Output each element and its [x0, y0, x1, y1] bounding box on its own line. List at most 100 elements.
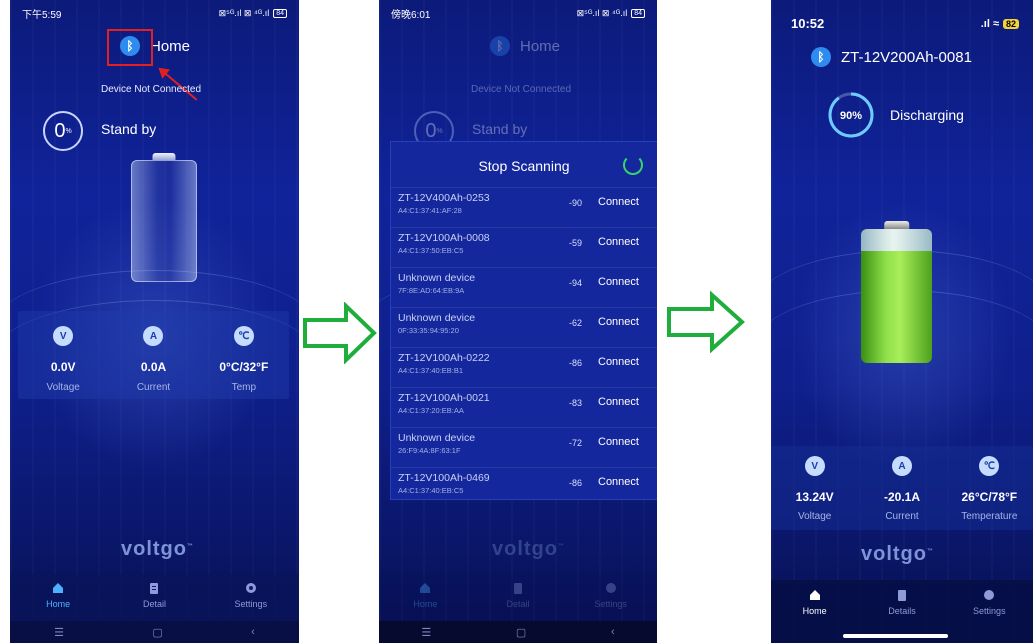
tab-label: Settings [973, 606, 1006, 616]
device-row[interactable]: ZT-12V100Ah-0469 A4:C1:37:40:EB:C5 -86 Conn… [391, 467, 657, 499]
percent-sign: % [65, 127, 72, 135]
logo-text: voltgo [121, 538, 187, 560]
back-nav-icon[interactable]: ‹ [611, 626, 615, 638]
home-nav-icon[interactable]: ▢ [516, 626, 526, 639]
tab-bar: Home Detail Settings [379, 574, 657, 624]
tab-home[interactable]: Home [379, 581, 472, 624]
stat-temperature: ℃ 26°C/78°F Temperature [946, 446, 1033, 530]
stat-label: Temperature [961, 511, 1018, 522]
tab-label: Home [46, 599, 71, 609]
status-bar: 傍晚6:01 ⊠⁵ᴳ.ıl ⊠ ⁴ᴳ.ıl 84 [391, 6, 645, 21]
tab-label: Details [888, 606, 916, 616]
signal-icons: ⊠⁵ᴳ.ıl ⊠ ⁴ᴳ.ıl [576, 8, 628, 18]
gear-icon [605, 583, 616, 593]
device-row[interactable]: Unknown device 26:F9:4A:8F:63:1F -72 Connec… [391, 427, 657, 468]
system-nav-bar: ☰ ▢ ‹ [10, 621, 299, 643]
device-rssi: -59 [569, 238, 583, 248]
stat-label: Current [885, 511, 919, 522]
screen-home-connected: 10:52 .ıl ≈ 82 ᛒ ZT-12V200Ah-0081 90% Di… [771, 0, 1033, 643]
signal-icons: ⊠⁵ᴳ.ıl ⊠ ⁴ᴳ.ıl [218, 8, 270, 18]
tab-settings[interactable]: Settings [946, 588, 1033, 643]
device-mac: 0F:33:35:94:95:20 [398, 326, 459, 335]
status-time: 傍晚6:01 [391, 10, 431, 21]
device-mac: A4:C1:37:40:EB:B1 [398, 366, 464, 375]
battery-status-icon: 82 [1002, 18, 1019, 29]
home-indicator[interactable] [843, 634, 948, 638]
logo-tm: ™ [927, 548, 934, 555]
status-bar: 10:52 .ıl ≈ 82 [791, 16, 1019, 31]
current-icon: A [891, 456, 912, 476]
stat-value: -20.1A [883, 490, 920, 504]
stat-label: Current [136, 382, 171, 393]
tab-settings[interactable]: Settings [203, 581, 299, 624]
connect-button[interactable]: Connect [598, 276, 639, 288]
device-row[interactable]: ZT-12V400Ah-0253 A4:C1:37:41:AF:28 -90 Conn… [391, 187, 657, 228]
bluetooth-icon[interactable]: ᛒ [490, 36, 510, 56]
stat-label: Temp [231, 382, 257, 393]
stat-voltage: V 0.0V Voltage [18, 311, 108, 399]
device-row[interactable]: Unknown device 7F:8E:AD:64:EB:9A -94 Connec… [391, 267, 657, 308]
device-mac: A4:C1:37:41:AF:28 [398, 206, 462, 215]
device-row[interactable]: ZT-12V100Ah-0222 A4:C1:37:40:EB:B1 -86 Conn… [391, 347, 657, 388]
connect-button[interactable]: Connect [598, 356, 639, 368]
system-nav-bar: ☰ ▢ ‹ [379, 621, 657, 643]
clipboard-icon [150, 583, 159, 594]
thermometer-icon: ℃ [979, 456, 1000, 476]
status-bar: 下午5:59 ⊠⁵ᴳ.ıl ⊠ ⁴ᴳ.ıl 84 [22, 6, 287, 21]
battery-graphic [131, 153, 197, 282]
device-row[interactable]: Unknown device 0F:33:35:94:95:20 -62 Connec… [391, 307, 657, 348]
logo-text: voltgo [861, 543, 927, 565]
home-icon [420, 583, 431, 593]
stat-value: 0.0A [140, 360, 167, 374]
device-mac: A4:C1:37:50:EB:C5 [398, 246, 464, 255]
battery-state: Stand by [101, 121, 157, 137]
tab-home[interactable]: Home [10, 581, 106, 624]
tab-detail[interactable]: Detail [106, 581, 202, 624]
device-rssi: -90 [569, 198, 583, 208]
screen-scanning: 傍晚6:01 ⊠⁵ᴳ.ıl ⊠ ⁴ᴳ.ıl 84 ᛒ Home Device N… [379, 0, 657, 643]
menu-nav-icon[interactable]: ☰ [421, 626, 431, 639]
back-nav-icon[interactable]: ‹ [251, 626, 255, 638]
connection-status: Device Not Connected [471, 84, 572, 95]
home-nav-icon[interactable]: ▢ [152, 626, 162, 639]
device-rssi: -62 [569, 318, 583, 328]
logo-tm: ™ [187, 543, 194, 550]
thermometer-icon: ℃ [233, 326, 254, 346]
device-rssi: -86 [569, 478, 583, 488]
tab-detail[interactable]: Detail [472, 581, 565, 624]
connect-button[interactable]: Connect [598, 196, 639, 208]
screen-home-disconnected: 下午5:59 ⊠⁵ᴳ.ıl ⊠ ⁴ᴳ.ıl 84 ᛒ Home Device N… [10, 0, 299, 643]
charge-ring: 90% [828, 92, 874, 138]
device-row[interactable]: ZT-12V100Ah-0008 A4:C1:37:50:EB:C5 -59 Conn… [391, 227, 657, 268]
tab-bar: Home Detail Settings [10, 574, 299, 624]
menu-nav-icon[interactable]: ☰ [54, 626, 64, 639]
device-mac: A4:C1:37:40:EB:C5 [398, 486, 464, 495]
stat-label: Voltage [46, 382, 80, 393]
gear-icon [245, 583, 256, 593]
device-name: Unknown device [398, 432, 476, 444]
battery-status-icon: 84 [273, 9, 287, 18]
status-time: 下午5:59 [22, 10, 62, 21]
charge-percent: 0 [54, 119, 66, 142]
device-name: ZT-12V100Ah-0469 [398, 472, 490, 484]
stop-scanning-button[interactable]: Stop Scanning [391, 158, 657, 174]
stat-label: Voltage [797, 511, 832, 522]
connect-button[interactable]: Connect [598, 436, 639, 448]
connect-button[interactable]: Connect [598, 316, 639, 328]
header: ᛒ ZT-12V200Ah-0081 [811, 47, 972, 67]
connect-button[interactable]: Connect [598, 476, 639, 488]
device-name: ZT-12V400Ah-0253 [398, 192, 490, 204]
battery-state: Stand by [472, 121, 528, 137]
tab-settings[interactable]: Settings [564, 581, 657, 624]
connect-button[interactable]: Connect [598, 236, 639, 248]
bluetooth-icon[interactable]: ᛒ [811, 47, 831, 67]
battery-graphic [861, 221, 932, 363]
device-row[interactable]: ZT-12V100Ah-0021 A4:C1:37:20:EB:AA -83 Conn… [391, 387, 657, 428]
logo-tm: ™ [558, 543, 565, 550]
voltgo-logo: voltgo™ [121, 538, 194, 561]
device-name: Unknown device [398, 272, 476, 284]
connect-button[interactable]: Connect [598, 396, 639, 408]
device-name: ZT-12V100Ah-0222 [398, 352, 490, 364]
stat-current: A -20.1A Current [858, 446, 945, 530]
status-time: 10:52 [791, 16, 825, 31]
